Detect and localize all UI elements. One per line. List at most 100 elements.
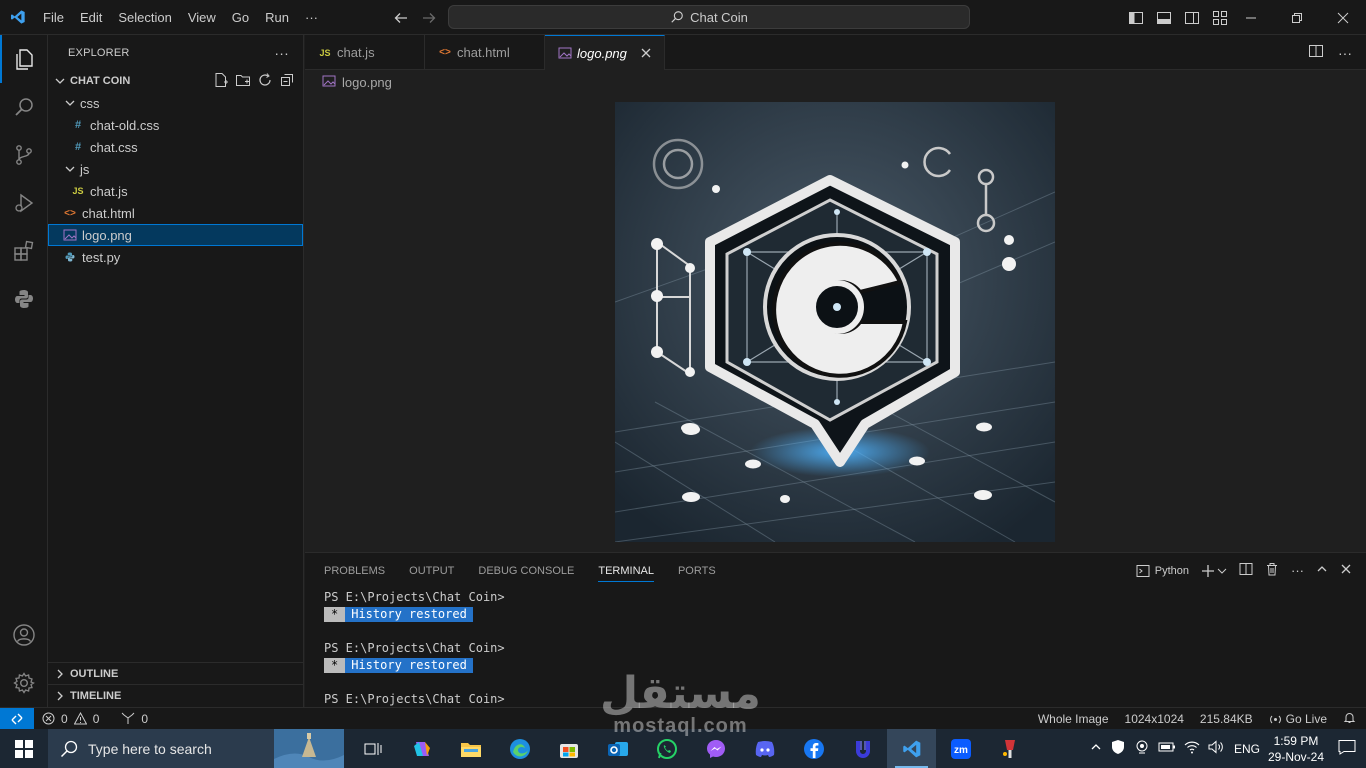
panel-tab-output[interactable]: OUTPUT bbox=[409, 565, 454, 577]
search-icon[interactable] bbox=[0, 83, 48, 131]
wifi-icon[interactable] bbox=[1184, 740, 1200, 757]
zoom-app-icon[interactable]: zm bbox=[936, 729, 985, 768]
outline-section[interactable]: OUTLINE bbox=[48, 662, 303, 684]
split-terminal-icon[interactable] bbox=[1239, 562, 1253, 579]
menu-more[interactable]: ··· bbox=[297, 0, 326, 35]
source-control-icon[interactable] bbox=[0, 131, 48, 179]
tree-folder-js[interactable]: js bbox=[48, 158, 303, 180]
breadcrumb[interactable]: logo.png bbox=[322, 71, 392, 93]
menu-view[interactable]: View bbox=[180, 0, 224, 35]
workspace-folder-header[interactable]: CHAT COIN bbox=[48, 70, 303, 92]
facebook-icon[interactable] bbox=[789, 729, 838, 768]
more-actions-icon[interactable]: ··· bbox=[1338, 45, 1352, 61]
messenger-icon[interactable] bbox=[691, 729, 740, 768]
tree-file-chat-old-css[interactable]: # chat-old.css bbox=[48, 114, 303, 136]
menu-go[interactable]: Go bbox=[224, 0, 257, 35]
menu-edit[interactable]: Edit bbox=[72, 0, 110, 35]
whatsapp-icon[interactable] bbox=[642, 729, 691, 768]
new-folder-icon[interactable] bbox=[235, 72, 251, 91]
battery-icon[interactable] bbox=[1158, 740, 1176, 757]
terminal-prompt: PS E:\Projects\Chat Coin> bbox=[324, 692, 505, 706]
taskbar-search-input[interactable]: Type here to search bbox=[48, 729, 344, 768]
paint-app-icon[interactable] bbox=[985, 729, 1034, 768]
tree-file-test-py[interactable]: test.py bbox=[48, 246, 303, 268]
problems-status[interactable]: 0 0 0 bbox=[42, 712, 148, 726]
notification-center-icon[interactable] bbox=[1338, 739, 1356, 758]
go-live-button[interactable]: Go Live bbox=[1269, 712, 1327, 726]
run-debug-icon[interactable] bbox=[0, 179, 48, 227]
accounts-icon[interactable] bbox=[0, 611, 48, 659]
toggle-primary-sidebar-icon[interactable] bbox=[1126, 8, 1146, 28]
collapse-all-icon[interactable] bbox=[279, 72, 295, 91]
notifications-bell-icon[interactable] bbox=[1343, 711, 1356, 727]
explorer-more-button[interactable]: ··· bbox=[274, 45, 289, 61]
tab-chat-js[interactable]: JS chat.js bbox=[305, 35, 425, 70]
file-explorer-icon[interactable] bbox=[446, 729, 495, 768]
close-window-icon[interactable] bbox=[1320, 0, 1366, 35]
panel-tab-ports[interactable]: PORTS bbox=[678, 565, 716, 577]
close-panel-icon[interactable] bbox=[1340, 563, 1352, 578]
tree-file-chat-css[interactable]: # chat.css bbox=[48, 136, 303, 158]
forward-arrow-icon[interactable] bbox=[420, 9, 438, 27]
logo-image-preview[interactable] bbox=[615, 102, 1055, 542]
minimize-icon[interactable] bbox=[1228, 0, 1274, 35]
security-shield-icon[interactable] bbox=[1110, 739, 1126, 758]
image-view-mode[interactable]: Whole Image bbox=[1038, 712, 1109, 726]
trash-icon[interactable] bbox=[1265, 562, 1279, 579]
new-file-icon[interactable] bbox=[213, 72, 229, 91]
remote-indicator-icon[interactable] bbox=[0, 707, 34, 730]
extensions-icon[interactable] bbox=[0, 227, 48, 275]
tab-logo-png[interactable]: logo.png bbox=[545, 35, 665, 70]
more-actions-icon[interactable]: ··· bbox=[1291, 563, 1304, 578]
tab-chat-html[interactable]: <> chat.html bbox=[425, 35, 545, 70]
panel-tab-terminal[interactable]: TERMINAL bbox=[598, 565, 654, 582]
ports-icon bbox=[122, 712, 135, 724]
explorer-title: EXPLORER bbox=[68, 46, 130, 59]
panel-tab-debug-console[interactable]: DEBUG CONSOLE bbox=[478, 565, 574, 577]
microsoft-store-icon[interactable] bbox=[544, 729, 593, 768]
maximize-panel-icon[interactable] bbox=[1316, 563, 1328, 578]
toggle-secondary-sidebar-icon[interactable] bbox=[1182, 8, 1202, 28]
tree-file-chat-html[interactable]: <> chat.html bbox=[48, 202, 303, 224]
menu-run[interactable]: Run bbox=[257, 0, 297, 35]
tree-file-chat-js[interactable]: JS chat.js bbox=[48, 180, 303, 202]
terminal-shell-selector[interactable]: Python bbox=[1136, 564, 1189, 578]
manage-gear-icon[interactable] bbox=[0, 659, 48, 707]
vscode-taskbar-icon[interactable] bbox=[887, 729, 936, 768]
customize-layout-icon[interactable] bbox=[1210, 8, 1230, 28]
app-u-icon[interactable] bbox=[838, 729, 887, 768]
menu-selection[interactable]: Selection bbox=[110, 0, 179, 35]
tree-item-label: chat.css bbox=[90, 139, 138, 155]
discord-icon[interactable] bbox=[740, 729, 789, 768]
timeline-section[interactable]: TIMELINE bbox=[48, 684, 303, 706]
python-icon[interactable] bbox=[0, 275, 48, 323]
close-tab-icon[interactable] bbox=[641, 46, 651, 61]
refresh-icon[interactable] bbox=[257, 72, 273, 91]
panel-tab-problems[interactable]: PROBLEMS bbox=[324, 565, 385, 577]
windows-start-icon[interactable] bbox=[0, 729, 48, 768]
task-view-icon[interactable] bbox=[348, 729, 397, 768]
clock[interactable]: 1:59 PM 29-Nov-24 bbox=[1268, 733, 1324, 765]
back-arrow-icon[interactable] bbox=[392, 9, 410, 27]
outlook-icon[interactable] bbox=[593, 729, 642, 768]
vscode-logo-icon bbox=[0, 0, 35, 35]
split-editor-icon[interactable] bbox=[1308, 43, 1324, 62]
restore-icon[interactable] bbox=[1274, 0, 1320, 35]
toggle-panel-icon[interactable] bbox=[1154, 8, 1174, 28]
edge-browser-icon[interactable] bbox=[495, 729, 544, 768]
explorer-icon[interactable] bbox=[0, 35, 48, 83]
tree-folder-css[interactable]: css bbox=[48, 92, 303, 114]
copilot-icon[interactable] bbox=[397, 729, 446, 768]
volume-icon[interactable] bbox=[1208, 740, 1226, 757]
show-hidden-icons-icon[interactable] bbox=[1090, 741, 1102, 756]
command-center-search[interactable]: Chat Coin bbox=[448, 5, 970, 29]
terminal-output[interactable]: PS E:\Projects\Chat Coin> * History resto… bbox=[324, 589, 505, 708]
menu-file[interactable]: File bbox=[35, 0, 72, 35]
language-indicator[interactable]: ENG bbox=[1234, 742, 1260, 756]
html-file-icon: <> bbox=[439, 47, 451, 58]
webcam-icon[interactable] bbox=[1134, 739, 1150, 758]
activity-bar bbox=[0, 35, 48, 707]
new-terminal-icon[interactable] bbox=[1201, 564, 1227, 578]
chevron-down-icon bbox=[52, 73, 68, 89]
tree-file-logo-png[interactable]: logo.png bbox=[48, 224, 303, 246]
